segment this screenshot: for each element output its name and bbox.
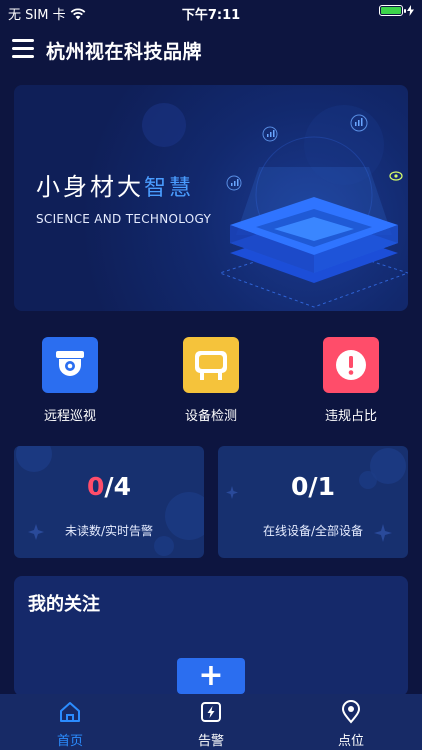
card-decoration	[226, 448, 406, 542]
page-title: 杭州视在科技品牌	[46, 41, 203, 63]
realtime-alarm-count: 4	[113, 472, 131, 501]
banner-title-highlight: 智慧	[144, 176, 195, 201]
my-focus-section: 我的关注 +	[14, 576, 408, 696]
online-device-count: 0	[291, 472, 309, 501]
device-caption: 在线设备/全部设备	[262, 524, 364, 538]
tab-label: 点位	[337, 734, 364, 749]
alarm-icon	[201, 702, 221, 722]
alarm-stats-card[interactable]: 0/4 未读数/实时告警	[14, 446, 204, 558]
total-device-count: 1	[317, 472, 335, 501]
feature-device-check[interactable]: 设备检测	[161, 337, 261, 424]
count-separator: /	[308, 472, 318, 501]
hamburger-menu-icon[interactable]	[12, 39, 34, 59]
feature-label: 设备检测	[184, 409, 237, 424]
home-icon	[60, 702, 80, 722]
unread-count: 0	[87, 472, 105, 501]
tab-location[interactable]: 点位	[311, 700, 391, 749]
banner-title: 小身材大智慧	[36, 167, 194, 202]
count-separator: /	[104, 472, 114, 501]
alarm-count: 0/4	[14, 472, 204, 501]
banner-title-main: 小身材大	[36, 173, 144, 201]
feature-violation-ratio[interactable]: 违规占比	[301, 337, 401, 424]
feature-remote-inspection[interactable]: 远程巡视	[20, 337, 120, 424]
add-focus-button[interactable]: +	[177, 658, 245, 694]
feature-label: 远程巡视	[43, 409, 96, 424]
tab-label: 告警	[197, 734, 224, 749]
tab-label: 首页	[56, 734, 83, 749]
status-time: 下午7:11	[181, 8, 241, 23]
section-title: 我的关注	[28, 594, 100, 615]
device-stats-card[interactable]: 0/1 在线设备/全部设备	[218, 446, 408, 558]
battery-level	[381, 7, 401, 14]
promo-banner[interactable]: 小身材大智慧 SCIENCE AND TECHNOLOGY	[14, 85, 408, 311]
charging-bolt-icon	[407, 5, 414, 16]
tab-home[interactable]: 首页	[30, 700, 110, 749]
card-decoration	[16, 446, 204, 556]
status-bar: 无 SIM 卡 下午7:11	[0, 0, 422, 24]
banner-subtitle: SCIENCE AND TECHNOLOGY	[36, 212, 212, 226]
alert-icon[interactable]	[323, 337, 379, 393]
location-pin-icon	[341, 700, 361, 724]
device-icon[interactable]	[183, 337, 239, 393]
tab-bar: 首页 告警 点位	[0, 694, 422, 750]
alarm-caption: 未读数/实时告警	[64, 524, 154, 538]
device-count: 0/1	[218, 472, 408, 501]
camera-icon[interactable]	[42, 337, 98, 393]
nav-bar: 杭州视在科技品牌	[0, 28, 422, 72]
feature-label: 违规占比	[324, 409, 377, 424]
status-right	[379, 5, 414, 16]
battery-icon	[379, 5, 406, 16]
tab-alarm[interactable]: 告警	[171, 700, 251, 749]
